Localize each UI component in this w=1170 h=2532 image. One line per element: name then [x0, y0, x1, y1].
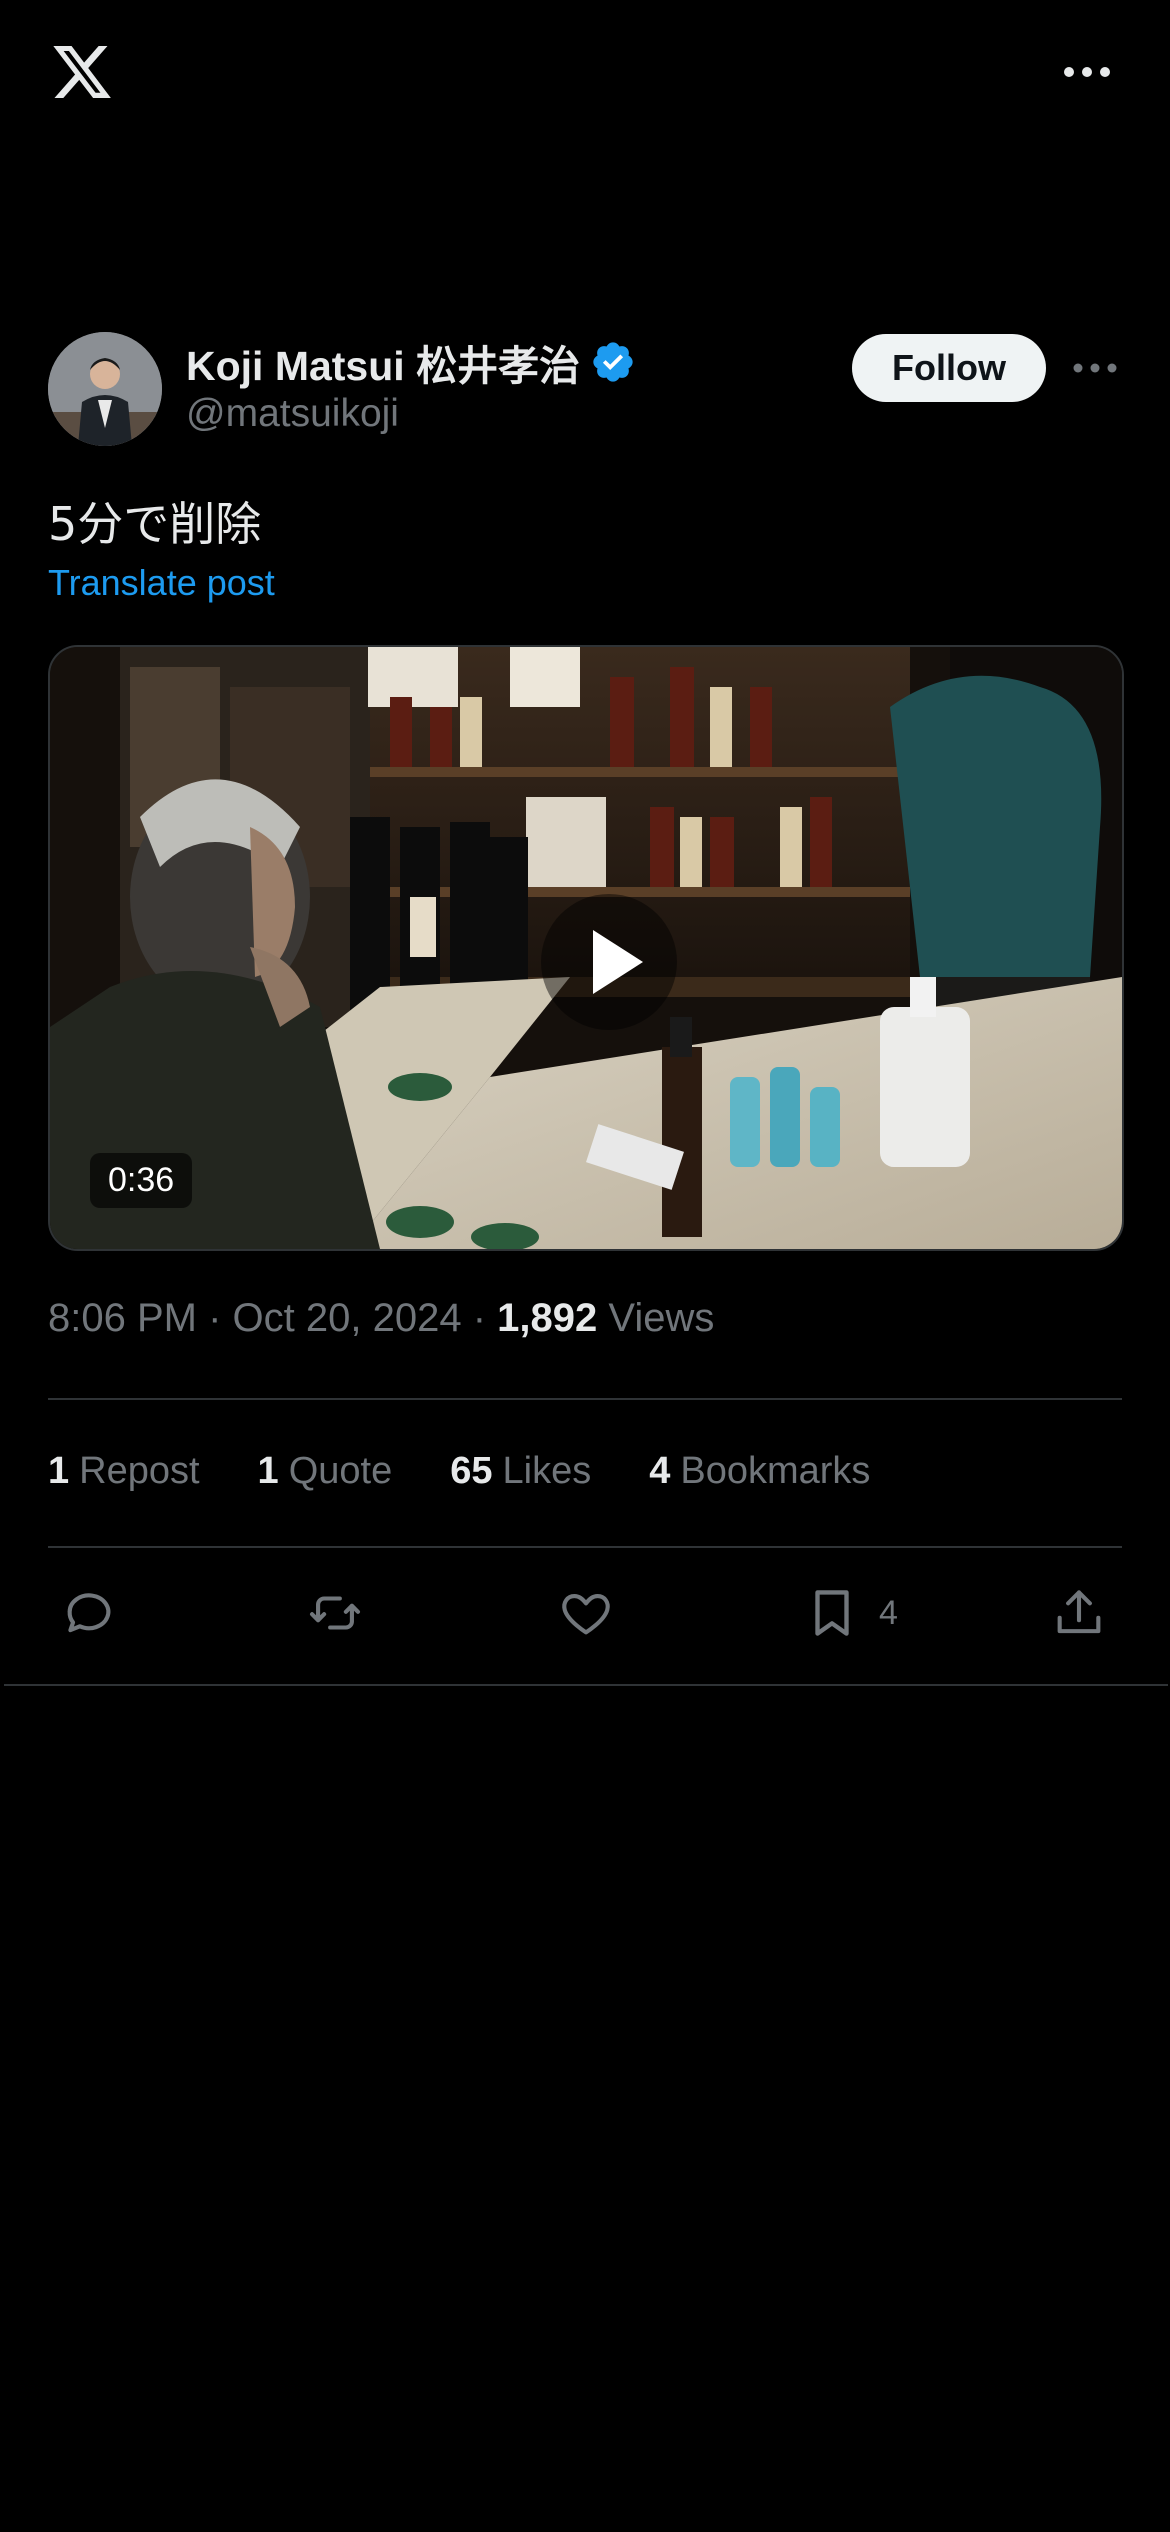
x-logo-icon[interactable] — [48, 40, 116, 104]
translate-post-link[interactable]: Translate post — [48, 562, 275, 604]
bookmarks-stat[interactable]: 4 Bookmarks — [649, 1450, 870, 1500]
likes-label: Likes — [502, 1450, 592, 1492]
views-count: 1,892 — [497, 1296, 598, 1340]
reply-button[interactable] — [60, 1580, 118, 1646]
bookmarks-label: Bookmarks — [680, 1450, 871, 1492]
divider — [48, 1546, 1122, 1548]
meta-separator: · — [208, 1296, 233, 1340]
quotes-stat[interactable]: 1 Quote — [258, 1450, 393, 1500]
views-label: Views — [608, 1296, 715, 1340]
post-text: 5分で削除 — [48, 497, 262, 551]
play-icon — [593, 930, 643, 994]
reposts-stat[interactable]: 1 Repost — [48, 1450, 200, 1500]
reposts-label: Repost — [79, 1450, 200, 1492]
divider — [4, 1684, 1168, 1686]
repost-icon — [309, 1596, 361, 1630]
meta-separator: · — [472, 1296, 498, 1340]
bookmark-button[interactable]: 4 — [803, 1580, 898, 1646]
reposts-count: 1 — [48, 1450, 70, 1492]
repost-button[interactable] — [306, 1580, 364, 1646]
video-player[interactable]: 0:36 — [48, 645, 1124, 1251]
likes-count: 65 — [450, 1450, 493, 1492]
share-icon — [1057, 1590, 1101, 1634]
divider — [48, 1398, 1122, 1400]
verified-badge-icon — [593, 342, 633, 382]
post-time[interactable]: 8:06 PM — [48, 1296, 197, 1340]
quotes-label: Quote — [288, 1450, 393, 1492]
action-bar: 4 — [0, 1580, 1170, 1650]
heart-icon — [562, 1594, 610, 1635]
bookmark-count: 4 — [879, 1593, 898, 1632]
play-button[interactable] — [541, 894, 677, 1030]
share-button[interactable] — [1050, 1580, 1108, 1646]
top-bar — [0, 0, 1170, 150]
user-handle[interactable]: @matsuikoji — [186, 392, 399, 436]
bookmarks-count: 4 — [649, 1450, 671, 1492]
follow-button[interactable]: Follow — [852, 334, 1046, 402]
likes-stat[interactable]: 65 Likes — [450, 1450, 591, 1500]
post-more-icon[interactable] — [1072, 358, 1118, 378]
video-duration: 0:36 — [90, 1153, 193, 1208]
name-row: Koji Matsui 松井孝治 — [186, 336, 636, 389]
post-author: Koji Matsui 松井孝治 @matsuikoji Follow — [48, 332, 1122, 448]
quotes-count: 1 — [257, 1450, 279, 1492]
display-name[interactable]: Koji Matsui 松井孝治 — [186, 332, 580, 392]
avatar[interactable] — [48, 332, 162, 446]
like-button[interactable] — [557, 1580, 615, 1646]
bookmark-icon — [815, 1590, 849, 1636]
engagement-stats: 1 Repost 1 Quote 65 Likes 4 Bookmarks — [48, 1450, 928, 1500]
more-horizontal-icon[interactable] — [1062, 60, 1112, 84]
reply-icon — [67, 1593, 111, 1633]
post-date[interactable]: Oct 20, 2024 — [233, 1296, 462, 1340]
post-meta: 8:06 PM · Oct 20, 2024 · 1,892 Views — [48, 1296, 714, 1341]
